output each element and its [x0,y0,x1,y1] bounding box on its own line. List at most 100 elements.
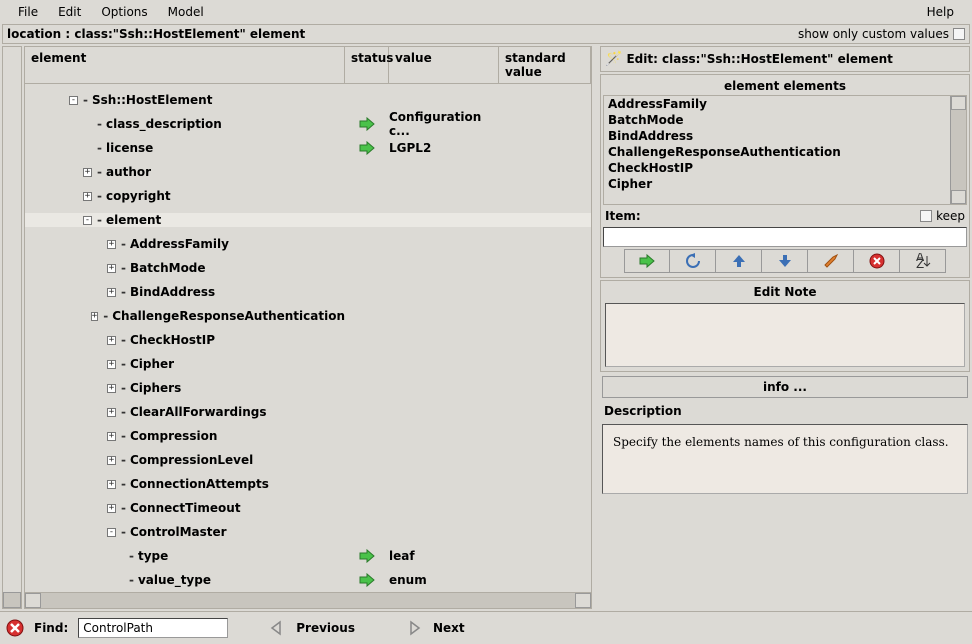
listbox-scrollbar[interactable] [950,96,966,204]
tree-item[interactable]: Compression [130,429,217,443]
menu-file[interactable]: File [8,2,48,22]
tree-item[interactable]: Cipher [130,357,174,371]
expander-icon[interactable]: - [107,528,116,537]
tree-item[interactable]: CheckHostIP [130,333,215,347]
location-bar: location : class:"Ssh::HostElement" elem… [2,24,970,44]
expander-icon[interactable]: + [107,456,116,465]
info-button[interactable]: info ... [602,376,968,398]
gutter-scroll[interactable] [3,592,21,608]
list-item[interactable]: BindAddress [604,128,966,144]
description-label: Description [600,402,970,420]
tree-item[interactable]: BindAddress [130,285,215,299]
tree-item-selected[interactable]: element [106,213,161,227]
expander-icon[interactable]: + [83,168,92,177]
delete-button[interactable] [854,249,900,273]
down-button[interactable] [762,249,808,273]
header-value[interactable]: value [389,47,499,83]
expander-icon[interactable]: - [83,216,92,225]
up-button[interactable] [716,249,762,273]
scroll-up-icon[interactable] [951,96,966,110]
elements-listbox[interactable]: AddressFamilyBatchModeBindAddressChallen… [603,95,967,205]
show-custom-checkbox[interactable] [953,28,965,40]
expander-icon[interactable]: + [107,432,116,441]
tree-value: leaf [389,549,499,563]
expander-icon[interactable]: + [107,384,116,393]
tree-value: LGPL2 [389,141,499,155]
status-arrow-icon [359,141,375,155]
tree-item[interactable]: BatchMode [130,261,206,275]
expander-icon[interactable]: - [69,96,78,105]
list-item[interactable]: CheckHostIP [604,160,966,176]
tree-item[interactable]: author [106,165,151,179]
expander-icon[interactable]: + [91,312,99,321]
tree-item[interactable]: AddressFamily [130,237,229,251]
tree-item[interactable]: value_type [138,573,211,587]
show-custom-label: show only custom values [798,27,949,41]
expander-icon[interactable]: + [107,336,116,345]
sort-button[interactable]: AZ [900,249,946,273]
tree-hscrollbar[interactable] [25,592,591,608]
tree-item[interactable]: ConnectionAttempts [130,477,269,491]
description-text: Specify the elements names of this confi… [602,424,968,494]
scroll-down-icon[interactable] [951,190,966,204]
tree-item[interactable]: class_description [106,117,222,131]
item-input[interactable] [603,227,967,247]
location-text: location : class:"Ssh::HostElement" elem… [7,27,798,41]
wand-icon: 🪄 [605,51,622,67]
tree-header: element status value standard value [25,47,591,84]
left-gutter [2,46,22,609]
header-element[interactable]: element [25,47,345,83]
expander-icon[interactable]: + [107,480,116,489]
close-icon[interactable] [6,619,24,637]
splitter[interactable] [594,46,598,609]
add-button[interactable] [624,249,670,273]
clear-button[interactable] [808,249,854,273]
keep-checkbox[interactable] [920,210,932,222]
expander-icon[interactable]: + [107,264,116,273]
tree-item[interactable]: ConnectTimeout [130,501,241,515]
previous-button[interactable]: Previous [296,621,355,635]
next-icon[interactable] [405,619,423,637]
previous-icon[interactable] [268,619,286,637]
tree-item[interactable]: CompressionLevel [130,453,253,467]
tree-body[interactable]: --Ssh::HostElement -class_description Co… [25,84,591,592]
expander-icon[interactable]: + [83,192,92,201]
expander-icon[interactable]: + [107,504,116,513]
header-standard[interactable]: standard value [499,47,591,83]
list-item[interactable]: BatchMode [604,112,966,128]
next-button[interactable]: Next [433,621,465,635]
find-label: Find: [34,621,68,635]
tree-value: Configuration c... [389,110,499,138]
menu-help[interactable]: Help [917,2,964,22]
scroll-left-icon[interactable] [25,593,41,608]
tree-item[interactable]: copyright [106,189,171,203]
status-arrow-icon [359,573,375,587]
list-item[interactable]: Cipher [604,176,966,192]
menu-edit[interactable]: Edit [48,2,91,22]
right-panel: 🪄 Edit: class:"Ssh::HostElement" element… [600,46,970,609]
expander-icon[interactable]: + [107,408,116,417]
list-item[interactable]: AddressFamily [604,96,966,112]
menu-options[interactable]: Options [91,2,157,22]
scroll-right-icon[interactable] [575,593,591,608]
tree-item[interactable]: ClearAllForwardings [130,405,267,419]
list-item[interactable]: ChallengeResponseAuthentication [604,144,966,160]
rotate-left-button[interactable] [670,249,716,273]
edit-note-box[interactable] [605,303,965,367]
expander-icon[interactable]: + [107,288,116,297]
menu-model[interactable]: Model [158,2,214,22]
tree-item[interactable]: ChallengeResponseAuthentication [112,309,345,323]
expander-icon[interactable]: + [107,240,116,249]
expander-icon[interactable]: + [107,360,116,369]
tree-item[interactable]: type [138,549,168,563]
keep-label: keep [936,209,965,223]
elements-title: element elements [603,77,967,95]
tree-item[interactable]: Ciphers [130,381,181,395]
status-arrow-icon [359,117,375,131]
item-label: Item: [605,209,641,223]
tree-item[interactable]: license [106,141,153,155]
tree-item[interactable]: ControlMaster [130,525,227,539]
find-input[interactable] [78,618,228,638]
header-status[interactable]: status [345,47,389,83]
tree-root[interactable]: Ssh::HostElement [92,93,212,107]
